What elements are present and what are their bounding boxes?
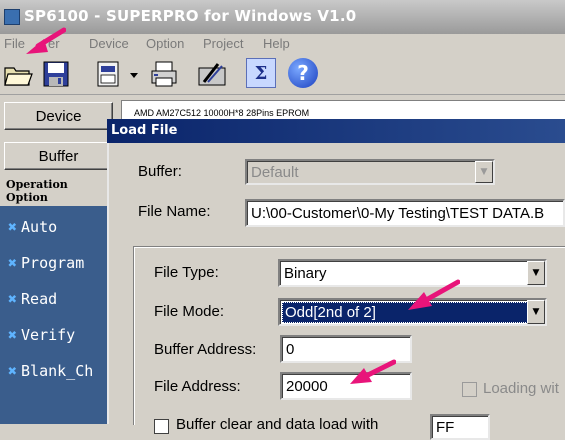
menu-option[interactable]: Option bbox=[146, 36, 184, 51]
buffer-address-label: Buffer Address: bbox=[154, 341, 257, 358]
menu-help[interactable]: Help bbox=[263, 36, 290, 51]
operation-label: Blank_Ch bbox=[21, 362, 94, 380]
dropdown-arrow-icon[interactable] bbox=[126, 58, 142, 90]
operation-label: Auto bbox=[21, 218, 58, 236]
buffer-clear-label: Buffer clear and data load with bbox=[176, 416, 379, 433]
operation-option-header: Operation Option bbox=[0, 178, 110, 204]
operation-label: Program bbox=[21, 254, 85, 272]
device-button[interactable]: Device bbox=[4, 102, 113, 130]
device-select-icon[interactable] bbox=[92, 58, 124, 90]
filename-input[interactable]: U:\00-Customer\0-My Testing\TEST DATA.B bbox=[245, 199, 565, 227]
operation-label: Verify bbox=[21, 326, 76, 344]
help-icon[interactable]: ? bbox=[288, 58, 318, 88]
x-icon: ✖ bbox=[8, 326, 18, 344]
file-address-label: File Address: bbox=[154, 378, 241, 395]
operation-read[interactable]: ✖ Read bbox=[8, 290, 57, 308]
loading-checkbox[interactable] bbox=[462, 382, 477, 397]
sigma-icon[interactable]: Σ bbox=[246, 58, 276, 88]
x-icon: ✖ bbox=[8, 290, 18, 308]
annotation-arrow-icon bbox=[26, 27, 66, 54]
annotation-arrow-icon bbox=[408, 279, 460, 310]
buffer-button[interactable]: Buffer bbox=[4, 142, 113, 170]
open-folder-icon[interactable] bbox=[2, 58, 34, 90]
x-icon: ✖ bbox=[8, 362, 18, 380]
operation-panel bbox=[0, 206, 110, 424]
menu-project[interactable]: Project bbox=[203, 36, 243, 51]
chevron-down-icon: ▼ bbox=[475, 161, 493, 183]
filemode-label: File Mode: bbox=[154, 303, 225, 320]
x-icon: ✖ bbox=[8, 254, 18, 272]
print-icon[interactable] bbox=[148, 58, 180, 90]
buffer-clear-checkbox[interactable] bbox=[154, 419, 169, 434]
operation-auto[interactable]: ✖ Auto bbox=[8, 218, 57, 236]
x-icon: ✖ bbox=[8, 218, 18, 236]
toolbar bbox=[0, 54, 565, 95]
menu-device[interactable]: Device bbox=[89, 36, 129, 51]
loading-label: Loading wit bbox=[483, 380, 559, 397]
device-info-text: AMD AM27C512 10000H*8 28Pins EPROM bbox=[134, 108, 310, 118]
operation-program[interactable]: ✖ Program bbox=[8, 254, 84, 272]
buffer-select: Default bbox=[245, 159, 495, 185]
operation-blank-check[interactable]: ✖ Blank_Ch bbox=[8, 362, 110, 380]
annotation-arrow-icon bbox=[350, 359, 396, 384]
tools-icon[interactable] bbox=[196, 58, 228, 90]
save-disk-icon[interactable] bbox=[40, 58, 72, 90]
chevron-down-icon[interactable]: ▼ bbox=[527, 261, 545, 285]
buffer-clear-value-input[interactable]: FF bbox=[430, 414, 490, 440]
window-title: SP6100 - SUPERPRO for Windows V1.0 bbox=[24, 7, 357, 25]
app-icon bbox=[4, 9, 20, 25]
buffer-label: Buffer: bbox=[138, 163, 182, 180]
filetype-label: File Type: bbox=[154, 264, 219, 281]
operation-verify[interactable]: ✖ Verify bbox=[8, 326, 75, 344]
dialog-title: Load File bbox=[111, 123, 178, 138]
chevron-down-icon[interactable]: ▼ bbox=[527, 300, 545, 324]
operation-label: Read bbox=[21, 290, 58, 308]
filename-label: File Name: bbox=[138, 203, 211, 220]
